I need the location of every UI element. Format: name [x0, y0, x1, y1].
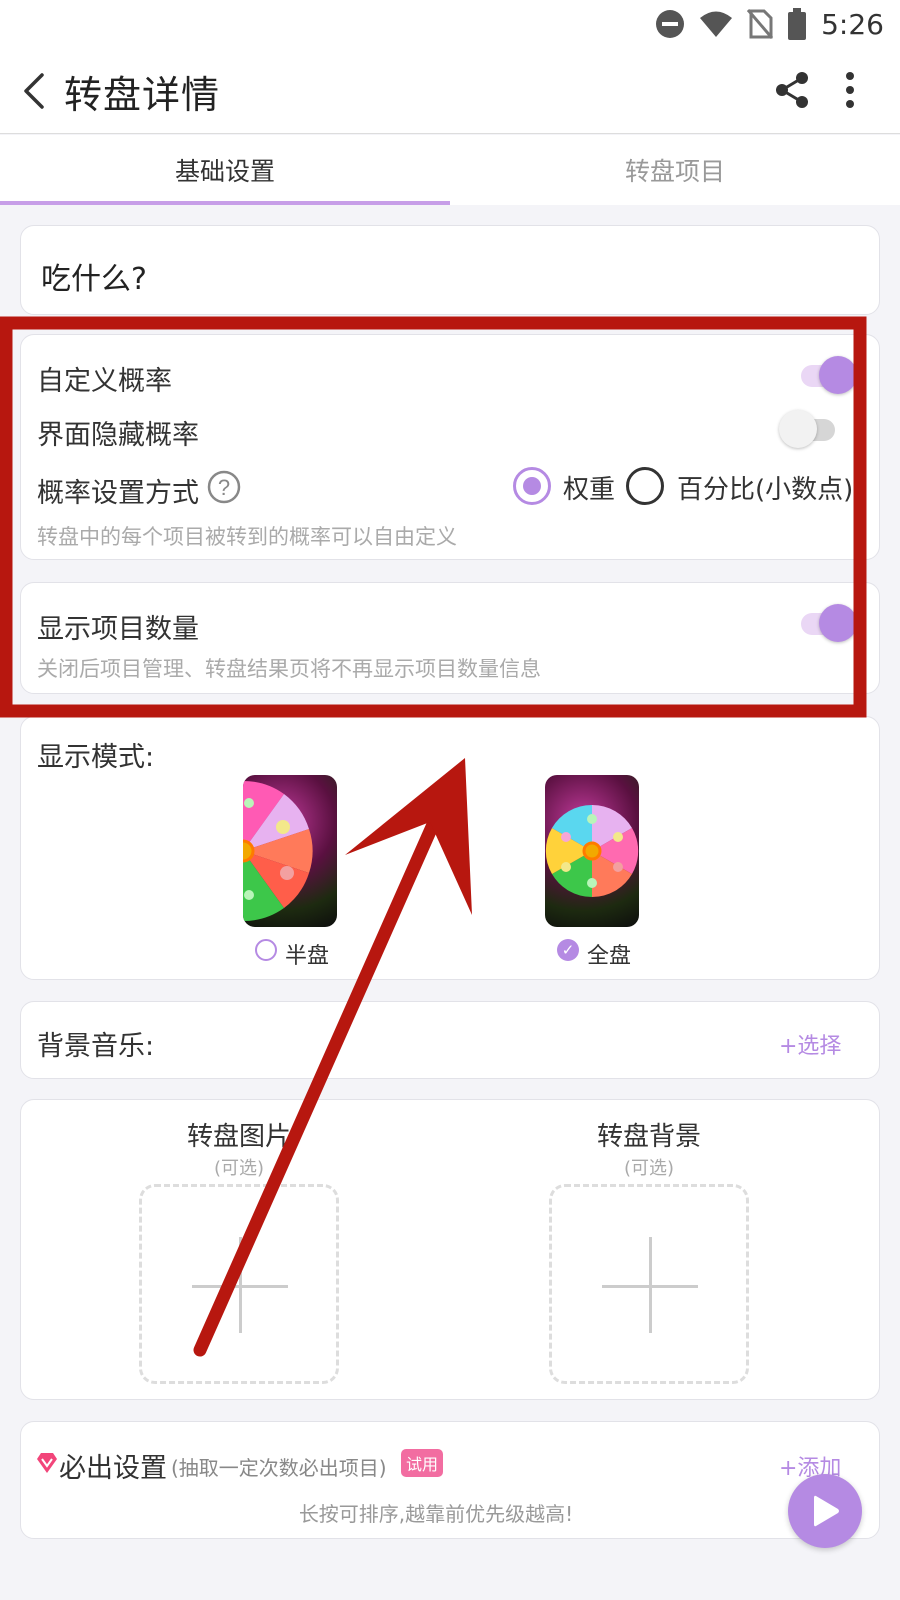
radio-weight[interactable] — [513, 467, 551, 505]
wheel-image-optional: (可选) — [213, 1158, 265, 1179]
must-win-card: 必出设置 (抽取一定次数必出项目) 试用 +添加 长按可排序,越靠前优先级越高! — [20, 1421, 880, 1539]
show-count-hint: 关闭后项目管理、转盘结果页将不再显示项目数量信息 — [37, 657, 541, 681]
status-icons: 5:26 — [655, 6, 884, 42]
svg-text:?: ? — [218, 475, 230, 500]
hide-probability-toggle[interactable] — [779, 409, 839, 449]
display-mode-label: 显示模式: — [37, 742, 155, 773]
play-icon — [814, 1495, 839, 1527]
wheel-background-optional: (可选) — [623, 1158, 675, 1179]
radio-half-wheel[interactable] — [255, 939, 277, 961]
display-mode-card: 显示模式: 半盘 ✓ 全盘 — [20, 716, 880, 980]
plus-icon-vertical — [239, 1237, 242, 1333]
full-wheel-icon — [545, 804, 639, 898]
full-wheel-preview[interactable] — [545, 775, 639, 927]
probability-method-label: 概率设置方式 — [37, 478, 199, 509]
more-options-button[interactable] — [836, 68, 864, 112]
wheel-background-title: 转盘背景 — [596, 1122, 701, 1152]
more-vertical-icon — [846, 72, 854, 108]
custom-probability-toggle[interactable] — [797, 355, 857, 395]
share-button[interactable] — [770, 68, 814, 112]
wheel-background-upload[interactable] — [549, 1184, 749, 1384]
battery-icon — [788, 8, 807, 40]
tab-indicator — [0, 201, 450, 205]
custom-probability-label: 自定义概率 — [37, 366, 172, 397]
status-bar: 5:26 — [0, 0, 900, 48]
probability-settings-card: 自定义概率 界面隐藏概率 概率设置方式 ? 权重 百分比(小数点) 转盘中的每个… — [20, 334, 880, 560]
toggle-knob — [819, 604, 857, 642]
tab-wheel-items[interactable]: 转盘项目 — [450, 135, 900, 205]
must-win-hint: 长按可排序,越靠前优先级越高! — [298, 1502, 574, 1526]
play-button[interactable] — [788, 1474, 862, 1548]
page-title: 转盘详情 — [64, 73, 221, 117]
tab-basic-settings[interactable]: 基础设置 — [0, 135, 450, 205]
tab-bar: 基础设置 转盘项目 — [0, 135, 900, 205]
wheel-image-upload[interactable] — [139, 1184, 339, 1384]
plus-icon-vertical — [649, 1237, 652, 1333]
share-icon — [776, 72, 808, 108]
wifi-icon — [700, 11, 733, 37]
show-count-toggle[interactable] — [797, 603, 857, 643]
images-card: 转盘图片 (可选) 转盘背景 (可选) — [20, 1099, 880, 1400]
trial-badge: 试用 — [401, 1449, 444, 1477]
no-sim-icon — [747, 9, 774, 39]
radio-weight-label: 权重 — [563, 475, 616, 505]
background-music-card: 背景音乐: +选择 — [20, 1001, 880, 1079]
full-wheel-label: 全盘 — [587, 944, 632, 969]
radio-full-wheel[interactable]: ✓ — [557, 939, 579, 961]
toggle-knob — [819, 356, 857, 394]
select-music-button[interactable]: +选择 — [779, 1028, 841, 1060]
must-win-title: 必出设置 — [59, 1453, 167, 1484]
diamond-icon — [37, 1453, 57, 1473]
background-music-label: 背景音乐: — [37, 1031, 155, 1062]
must-win-subtitle: (抽取一定次数必出项目) — [171, 1456, 387, 1480]
half-wheel-preview[interactable] — [243, 775, 337, 927]
toggle-knob — [779, 410, 817, 448]
half-wheel-label: 半盘 — [285, 944, 330, 969]
back-button[interactable] — [14, 68, 54, 114]
show-count-card: 显示项目数量 关闭后项目管理、转盘结果页将不再显示项目数量信息 — [20, 582, 880, 694]
help-icon[interactable]: ? — [207, 470, 241, 504]
chevron-left-icon — [24, 73, 44, 109]
do-not-disturb-icon — [656, 10, 685, 38]
half-wheel-icon — [243, 780, 313, 922]
radio-percent-label: 百分比(小数点) — [677, 475, 854, 505]
hide-probability-label: 界面隐藏概率 — [37, 420, 199, 451]
status-time: 5:26 — [821, 7, 884, 41]
show-count-label: 显示项目数量 — [37, 614, 199, 645]
app-bar: 转盘详情 — [0, 48, 900, 134]
radio-percent[interactable] — [626, 467, 664, 505]
probability-hint: 转盘中的每个项目被转到的概率可以自由定义 — [37, 525, 457, 549]
wheel-name-input[interactable]: 吃什么? — [20, 225, 880, 315]
wheel-image-title: 转盘图片 — [186, 1122, 291, 1152]
